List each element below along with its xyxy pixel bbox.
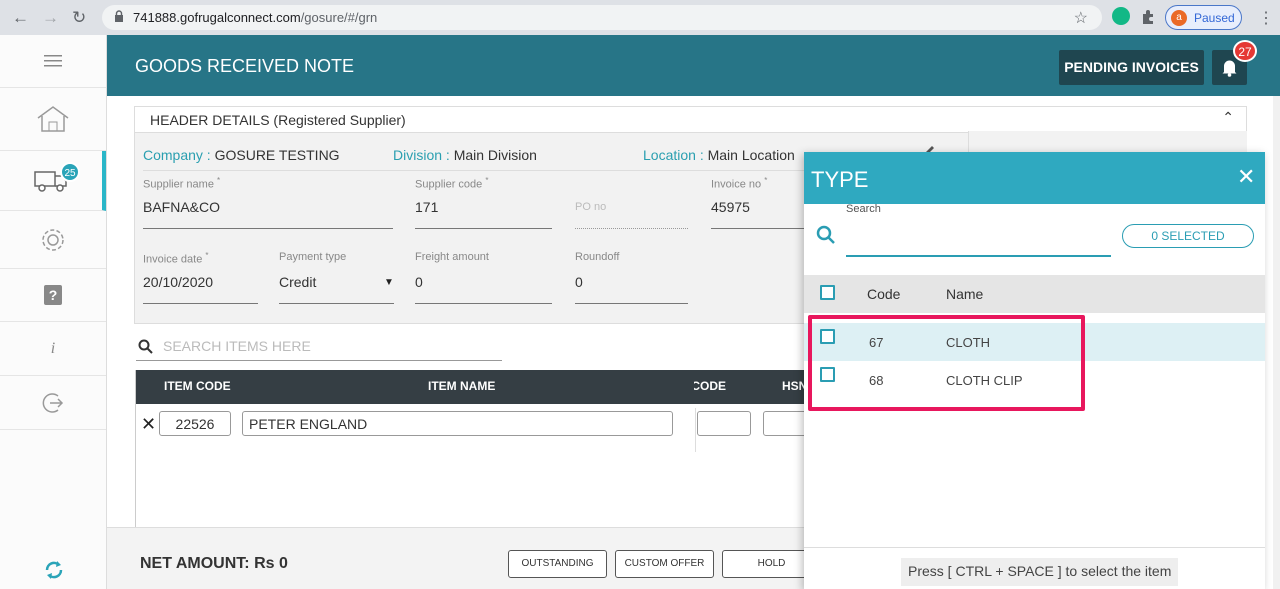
highlight-annotation	[808, 315, 1085, 411]
sidebar-item-settings[interactable]	[0, 211, 106, 269]
item-code-input[interactable]: 22526	[159, 411, 231, 436]
division-value: Main Division	[453, 147, 537, 163]
col-item-name: ITEM NAME	[428, 379, 496, 393]
bookmark-star-icon[interactable]: ☆	[1074, 8, 1088, 28]
panel-title: HEADER DETAILS (Registered Supplier)	[150, 112, 406, 128]
roundoff-label: Roundoff	[575, 251, 620, 263]
dialog-table-header: Code Name	[804, 275, 1265, 313]
item-name-input[interactable]: PETER ENGLAND	[242, 411, 673, 436]
supplier-code-label: Supplier code *	[415, 176, 489, 191]
dialog-footer: Press [ CTRL + SPACE ] to select the ite…	[804, 547, 1265, 589]
invoice-date-label: Invoice date *	[143, 251, 209, 266]
invoice-no-label: Invoice no *	[711, 176, 768, 191]
search-icon	[816, 225, 835, 244]
address-bar[interactable]: 741888.gofrugalconnect.com/gosure/#/grn …	[102, 5, 1102, 30]
grn-count-badge: 25	[60, 162, 80, 182]
col-code-header: Code	[867, 286, 901, 302]
avatar: a	[1171, 10, 1187, 26]
col-code: CODE	[694, 379, 726, 393]
reload-icon[interactable]: ↻	[72, 8, 86, 28]
sidebar: 25 ? i	[0, 35, 107, 589]
profile-button[interactable]: a Paused	[1165, 5, 1242, 30]
pending-invoices-button[interactable]: PENDING INVOICES	[1059, 50, 1204, 85]
page-scrollbar[interactable]	[1273, 96, 1280, 589]
invoice-date-field[interactable]: 20/10/2020	[143, 274, 213, 290]
invoice-no-field[interactable]: 45975	[711, 199, 750, 215]
company-info: Company : GOSURE TESTING	[143, 147, 340, 163]
panel-header[interactable]: HEADER DETAILS (Registered Supplier) ⌃	[135, 107, 1246, 133]
col-item-code: ITEM CODE	[164, 379, 231, 393]
home-icon	[37, 106, 69, 132]
search-icon	[138, 339, 153, 354]
remove-row-icon[interactable]: ✕	[141, 414, 156, 435]
close-icon[interactable]: ✕	[1237, 164, 1255, 190]
net-amount: NET AMOUNT: Rs 0	[140, 555, 288, 572]
extensions-puzzle-icon[interactable]	[1140, 9, 1156, 25]
custom-offer-button[interactable]: CUSTOM OFFER	[615, 550, 714, 578]
item-table-header: ITEM CODE ITEM NAME CODE HSN	[136, 370, 807, 404]
po-no-field[interactable]: PO no	[575, 201, 606, 213]
search-items-input[interactable]: SEARCH ITEMS HERE	[136, 336, 502, 361]
dropdown-arrow-icon[interactable]: ▼	[384, 277, 394, 288]
collapse-chevron-icon[interactable]: ⌃	[1222, 109, 1234, 126]
help-icon: ?	[44, 285, 62, 305]
supplier-name-label: Supplier name *	[143, 176, 221, 191]
selected-count-button[interactable]: 0 SELECTED	[1122, 224, 1254, 248]
bell-icon	[1222, 60, 1237, 77]
app-header: GOODS RECEIVED NOTE PENDING INVOICES 27	[107, 35, 1280, 96]
dialog-title: TYPE	[811, 167, 869, 192]
back-icon[interactable]: ←	[12, 8, 29, 28]
sidebar-item-help[interactable]: ?	[0, 269, 106, 322]
dialog-search-label: Search	[846, 203, 881, 215]
browser-toolbar: ← → ↻ 741888.gofrugalconnect.com/gosure/…	[0, 0, 1280, 35]
profile-status: Paused	[1194, 11, 1235, 25]
location-info: Location : Main Location	[643, 147, 795, 163]
supplier-code-field[interactable]: 171	[415, 199, 438, 215]
item-table: ITEM CODE ITEM NAME CODE HSN ✕ 22526 PET…	[135, 370, 813, 527]
url-host: 741888.gofrugalconnect.com	[133, 10, 301, 25]
supplier-name-field[interactable]: BAFNA&CO	[143, 199, 220, 215]
sidebar-item-logout[interactable]	[0, 376, 106, 430]
lock-icon	[115, 10, 123, 22]
sidebar-menu[interactable]	[0, 35, 106, 88]
col-name-header: Name	[946, 286, 984, 302]
payment-type-select[interactable]: Credit	[279, 274, 316, 290]
company-value: GOSURE TESTING	[214, 147, 340, 163]
dialog-search-input[interactable]	[846, 220, 1111, 254]
payment-type-label: Payment type	[279, 251, 347, 263]
code-input[interactable]	[697, 411, 751, 436]
search-items-placeholder: SEARCH ITEMS HERE	[163, 338, 311, 354]
grammarly-extension-icon[interactable]	[1112, 7, 1130, 25]
info-icon: i	[50, 339, 56, 357]
freight-amount-label: Freight amount	[415, 251, 489, 263]
page-title: GOODS RECEIVED NOTE	[135, 56, 355, 76]
location-value: Main Location	[707, 147, 795, 163]
forward-icon[interactable]: →	[42, 8, 59, 28]
more-menu-icon[interactable]: ⋮	[1258, 8, 1274, 28]
footer-bar: NET AMOUNT: Rs 0 OUTSTANDING CUSTOM OFFE…	[107, 527, 821, 589]
select-all-checkbox[interactable]	[820, 285, 835, 300]
gear-icon	[42, 228, 64, 251]
sidebar-item-info[interactable]: i	[0, 322, 106, 376]
outstanding-button[interactable]: OUTSTANDING	[508, 550, 607, 578]
logout-icon	[42, 392, 64, 413]
dialog-header: TYPE ✕	[804, 152, 1265, 204]
menu-icon	[44, 55, 62, 67]
sync-icon	[45, 561, 63, 579]
keyboard-hint: Press [ CTRL + SPACE ] to select the ite…	[901, 558, 1179, 586]
freight-amount-field[interactable]: 0	[415, 274, 423, 290]
sidebar-item-grn[interactable]: 25	[0, 151, 106, 211]
sidebar-item-sync[interactable]	[43, 559, 65, 586]
notification-count-badge: 27	[1233, 40, 1257, 62]
division-info: Division : Main Division	[393, 147, 537, 163]
url-path: /gosure/#/grn	[300, 10, 378, 25]
roundoff-field[interactable]: 0	[575, 274, 583, 290]
sidebar-item-home[interactable]	[0, 88, 106, 151]
